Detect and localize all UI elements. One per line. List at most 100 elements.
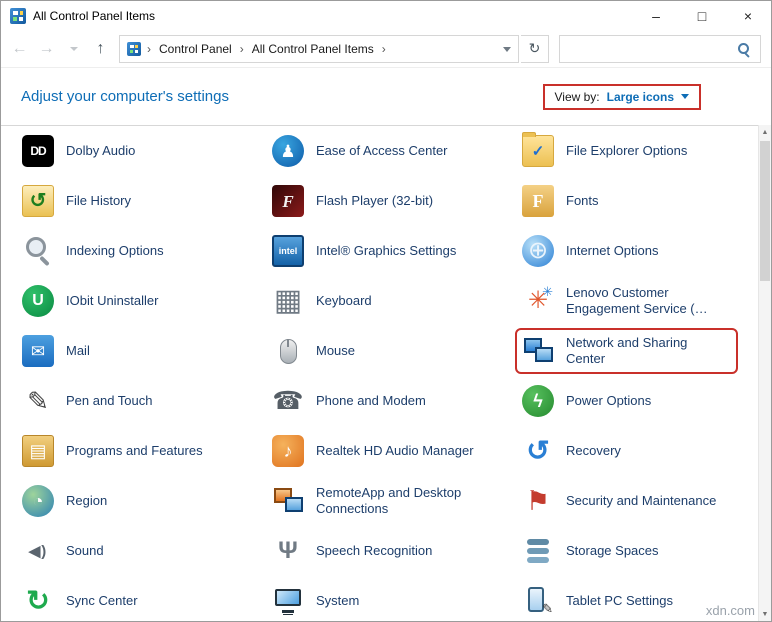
- control-panel-app-icon: [10, 8, 26, 24]
- breadcrumb-separator: ›: [239, 42, 245, 56]
- breadcrumb-item-control-panel[interactable]: Control Panel: [157, 39, 234, 59]
- control-panel-item-phone-and-modem[interactable]: Phone and Modem: [269, 382, 436, 420]
- control-panel-item-mail[interactable]: Mail: [19, 332, 100, 370]
- control-panel-item-programs-and-features[interactable]: Programs and Features: [19, 432, 213, 470]
- search-icon[interactable]: [737, 42, 752, 57]
- security-and-maintenance-icon: [522, 485, 554, 517]
- control-panel-item-label: Realtek HD Audio Manager: [316, 443, 474, 459]
- address-history-button[interactable]: [498, 37, 516, 61]
- speech-recognition-icon: [272, 535, 304, 567]
- control-panel-item-intel-graphics-settings[interactable]: Intel® Graphics Settings: [269, 232, 466, 270]
- view-by-label: View by:: [555, 90, 600, 104]
- control-panel-item-realtek-hd-audio[interactable]: Realtek HD Audio Manager: [269, 432, 484, 470]
- dolby-audio-icon: [22, 135, 54, 167]
- control-panel-item-label: Lenovo Customer Engagement Service (…: [566, 285, 724, 318]
- recovery-icon: [522, 435, 554, 467]
- control-panel-item-network-and-sharing-center[interactable]: Network and Sharing Center: [519, 332, 734, 371]
- remoteapp-desktop-connections-icon: [272, 485, 304, 517]
- control-panel-item-label: Network and Sharing Center: [566, 335, 724, 368]
- control-panel-item-system[interactable]: System: [269, 582, 369, 620]
- control-panel-item-iobit-uninstaller[interactable]: IObit Uninstaller: [19, 282, 168, 320]
- up-button[interactable]: [88, 37, 113, 62]
- minimize-button[interactable]: –: [633, 1, 679, 31]
- search-box[interactable]: [559, 35, 761, 63]
- control-panel-item-label: Mouse: [316, 343, 355, 359]
- control-panel-item-file-explorer-options[interactable]: File Explorer Options: [519, 132, 697, 170]
- control-panel-item-sync-center[interactable]: Sync Center: [19, 582, 148, 620]
- control-panel-item-label: File Explorer Options: [566, 143, 687, 159]
- control-panel-item-sound[interactable]: Sound: [19, 532, 114, 570]
- control-panel-item-label: RemoteApp and Desktop Connections: [316, 485, 474, 518]
- programs-and-features-icon: [22, 435, 54, 467]
- lenovo-customer-engagement-icon: [522, 285, 554, 317]
- internet-options-icon: [522, 235, 554, 267]
- control-panel-item-fonts[interactable]: Fonts: [519, 182, 609, 220]
- breadcrumb-separator: ›: [146, 42, 152, 56]
- iobit-uninstaller-icon: [22, 285, 54, 317]
- control-panel-item-tablet-pc-settings[interactable]: Tablet PC Settings: [519, 582, 683, 620]
- address-bar[interactable]: › Control Panel › All Control Panel Item…: [119, 35, 519, 63]
- breadcrumb-item-all-control-panel-items[interactable]: All Control Panel Items: [250, 39, 376, 59]
- maximize-button[interactable]: □: [679, 1, 725, 31]
- control-panel-item-label: File History: [66, 193, 131, 209]
- phone-and-modem-icon: [272, 385, 304, 417]
- control-panel-item-recovery[interactable]: Recovery: [519, 432, 631, 470]
- back-button[interactable]: [7, 37, 32, 62]
- refresh-button[interactable]: [521, 35, 549, 63]
- control-panel-item-file-history[interactable]: File History: [19, 182, 141, 220]
- scroll-up-icon[interactable]: [759, 125, 771, 139]
- control-panel-item-label: Security and Maintenance: [566, 493, 716, 509]
- control-panel-item-region[interactable]: Region: [19, 482, 117, 520]
- control-panel-item-label: Power Options: [566, 393, 651, 409]
- control-panel-item-label: Fonts: [566, 193, 599, 209]
- recent-locations-button[interactable]: [61, 37, 86, 62]
- control-panel-item-keyboard[interactable]: Keyboard: [269, 282, 382, 320]
- close-button[interactable]: ×: [725, 1, 771, 31]
- control-panel-item-lenovo-customer-engagement[interactable]: Lenovo Customer Engagement Service (…: [519, 282, 734, 321]
- control-panel-item-label: Programs and Features: [66, 443, 203, 459]
- control-panel-item-pen-and-touch[interactable]: Pen and Touch: [19, 382, 163, 420]
- control-panel-item-label: Keyboard: [316, 293, 372, 309]
- scrollbar-thumb[interactable]: [760, 141, 770, 281]
- control-panel-item-mouse[interactable]: Mouse: [269, 332, 365, 370]
- indexing-options-icon: [22, 235, 54, 267]
- control-panel-item-indexing-options[interactable]: Indexing Options: [19, 232, 174, 270]
- control-panel-item-label: Pen and Touch: [66, 393, 153, 409]
- control-panel-item-label: Tablet PC Settings: [566, 593, 673, 609]
- forward-button[interactable]: [34, 37, 59, 62]
- refresh-icon: [529, 40, 541, 58]
- control-panel-item-dolby-audio[interactable]: Dolby Audio: [19, 132, 145, 170]
- control-panel-item-label: Phone and Modem: [316, 393, 426, 409]
- mail-icon: [22, 335, 54, 367]
- fonts-icon: [522, 185, 554, 217]
- intel-graphics-settings-icon: [272, 235, 304, 267]
- navigation-bar: › Control Panel › All Control Panel Item…: [1, 31, 771, 68]
- scroll-down-icon[interactable]: [759, 607, 771, 621]
- control-panel-item-label: Internet Options: [566, 243, 659, 259]
- realtek-hd-audio-icon: [272, 435, 304, 467]
- view-by-dropdown[interactable]: View by: Large icons: [543, 84, 702, 110]
- control-panel-mini-icon: [127, 42, 141, 56]
- vertical-scrollbar[interactable]: [758, 125, 771, 621]
- control-panel-item-label: Sync Center: [66, 593, 138, 609]
- storage-spaces-icon: [522, 535, 554, 567]
- pen-and-touch-icon: [22, 385, 54, 417]
- control-panel-item-security-and-maintenance[interactable]: Security and Maintenance: [519, 482, 726, 520]
- control-panel-item-internet-options[interactable]: Internet Options: [519, 232, 669, 270]
- control-panel-item-label: Indexing Options: [66, 243, 164, 259]
- control-panel-item-power-options[interactable]: Power Options: [519, 382, 661, 420]
- control-panel-item-label: Mail: [66, 343, 90, 359]
- page-header: Adjust your computer's settings View by:…: [1, 68, 771, 125]
- control-panel-item-speech-recognition[interactable]: Speech Recognition: [269, 532, 442, 570]
- chevron-down-icon: [70, 47, 78, 51]
- control-panel-item-storage-spaces[interactable]: Storage Spaces: [519, 532, 669, 570]
- file-history-icon: [22, 185, 54, 217]
- control-panel-item-flash-player[interactable]: Flash Player (32-bit): [269, 182, 443, 220]
- control-panel-item-ease-of-access-center[interactable]: Ease of Access Center: [269, 132, 458, 170]
- control-panel-item-label: Flash Player (32-bit): [316, 193, 433, 209]
- window-controls: – □ ×: [633, 1, 771, 31]
- file-explorer-options-icon: [522, 135, 554, 167]
- control-panel-item-label: Recovery: [566, 443, 621, 459]
- control-panel-item-remoteapp-desktop-connections[interactable]: RemoteApp and Desktop Connections: [269, 482, 484, 521]
- search-input[interactable]: [568, 41, 737, 57]
